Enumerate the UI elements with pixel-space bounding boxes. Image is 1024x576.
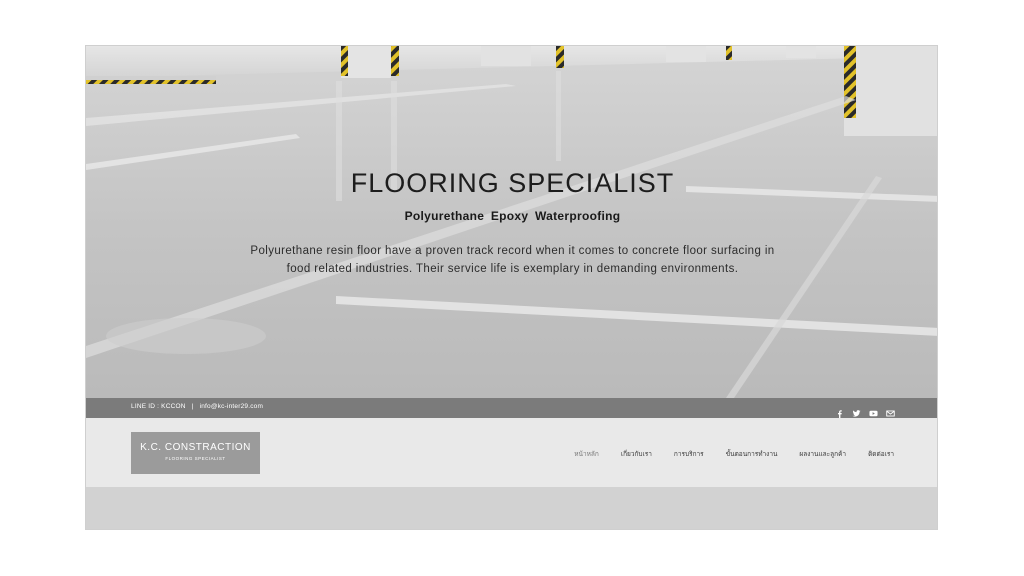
- hero-description: Polyurethane resin floor have a proven t…: [250, 245, 775, 275]
- email-link[interactable]: info@kc-inter29.com: [200, 403, 264, 410]
- line-id-text: LINE ID : KCCON: [131, 403, 186, 410]
- contact-topbar: LINE ID : KCCON | info@kc-inter29.com: [86, 398, 937, 418]
- nav-item-process[interactable]: ขั้นตอนการทำงาน: [726, 449, 778, 459]
- contact-separator: |: [191, 403, 194, 410]
- hero-title: FLOORING SPECIALIST: [350, 168, 675, 198]
- nav-item-contact[interactable]: ติดต่อเรา: [868, 449, 894, 459]
- nav-item-services[interactable]: การบริการ: [674, 449, 704, 459]
- facebook-icon[interactable]: [835, 403, 844, 418]
- nav-item-about[interactable]: เกี่ยวกับเรา: [621, 449, 652, 459]
- mail-icon[interactable]: [886, 403, 895, 417]
- site-logo[interactable]: K.C. CONSTRACTION FLOORING SPECIALIST: [131, 432, 260, 474]
- logo-name: K.C. CONSTRACTION: [140, 442, 251, 453]
- nav-item-home[interactable]: หน้าหลัก: [574, 449, 599, 459]
- content-band: [86, 487, 937, 529]
- youtube-icon[interactable]: [869, 403, 878, 417]
- logo-tagline: FLOORING SPECIALIST: [165, 456, 226, 461]
- contact-info: LINE ID : KCCON | info@kc-inter29.com: [131, 403, 263, 410]
- main-nav: หน้าหลัก เกี่ยวกับเรา การบริการ ขั้นตอนก…: [552, 449, 894, 459]
- browser-page: FLOORING SPECIALIST Polyurethane Epoxy W…: [85, 45, 938, 530]
- twitter-icon[interactable]: [852, 403, 861, 417]
- nav-item-portfolio[interactable]: ผลงานและลูกค้า: [799, 449, 846, 459]
- hero-banner: FLOORING SPECIALIST Polyurethane Epoxy W…: [86, 46, 937, 398]
- social-links: [835, 403, 895, 418]
- site-header: K.C. CONSTRACTION FLOORING SPECIALIST หน…: [86, 418, 937, 487]
- hero-subtitle: Polyurethane Epoxy Waterproofing: [404, 209, 621, 223]
